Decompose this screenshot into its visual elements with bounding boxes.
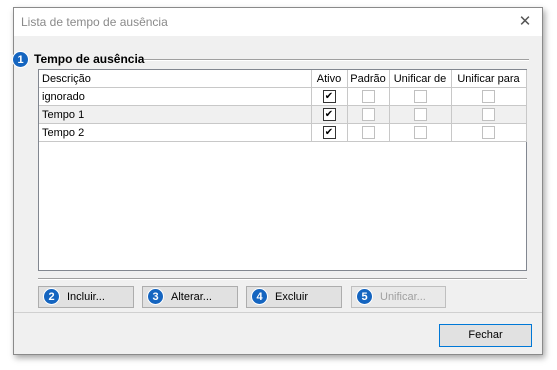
table-row[interactable]: Tempo 2 ✔ xyxy=(39,123,527,142)
check-icon: ✔ xyxy=(324,109,334,120)
column-header-descricao[interactable]: Descrição xyxy=(39,70,312,88)
excluir-button-label: Excluir xyxy=(275,291,309,303)
unificar-para-checkbox xyxy=(482,108,495,121)
absence-grid[interactable]: Descrição Ativo Padrão Unificar de Unifi… xyxy=(38,69,527,271)
cell-descricao: Tempo 1 xyxy=(39,105,312,124)
check-icon: ✔ xyxy=(324,91,334,102)
column-header-unificar-de[interactable]: Unificar de xyxy=(389,70,452,88)
table-row[interactable]: Tempo 1 ✔ xyxy=(39,105,527,124)
padrao-checkbox xyxy=(361,126,375,139)
title-bar: Lista de tempo de ausência ✕ xyxy=(14,8,542,36)
unificar-de-checkbox xyxy=(413,126,427,139)
window-title: Lista de tempo de ausência xyxy=(21,15,168,29)
unificar-de-checkbox xyxy=(413,108,427,121)
unificar-de-checkbox xyxy=(413,90,427,103)
callout-badge-3: 3 xyxy=(147,288,164,305)
incluir-button-label: Incluir... xyxy=(67,291,105,303)
callout-badge-2: 2 xyxy=(43,288,60,305)
column-header-unificar-para[interactable]: Unificar para xyxy=(451,70,527,88)
incluir-button[interactable]: 2 Incluir... xyxy=(38,286,134,308)
table-row[interactable]: ignorado ✔ xyxy=(39,87,527,106)
table-header-row: Descrição Ativo Padrão Unificar de Unifi… xyxy=(39,70,527,88)
check-icon: ✔ xyxy=(324,127,334,138)
buttons-separator xyxy=(38,278,527,280)
excluir-button[interactable]: 4 Excluir xyxy=(246,286,342,308)
ativo-checkbox[interactable]: ✔ xyxy=(322,126,336,139)
alterar-button-label: Alterar... xyxy=(171,291,212,303)
group-divider xyxy=(144,59,529,61)
ativo-checkbox[interactable]: ✔ xyxy=(322,90,336,103)
fechar-button-label: Fechar xyxy=(468,329,503,341)
ativo-checkbox[interactable]: ✔ xyxy=(322,108,336,121)
column-header-padrao[interactable]: Padrão xyxy=(347,70,390,88)
alterar-button[interactable]: 3 Alterar... xyxy=(142,286,238,308)
cell-descricao: Tempo 2 xyxy=(39,123,312,142)
absence-table: Descrição Ativo Padrão Unificar de Unifi… xyxy=(39,70,527,142)
column-header-ativo[interactable]: Ativo xyxy=(311,70,348,88)
unificar-para-checkbox xyxy=(482,126,495,139)
close-icon[interactable]: ✕ xyxy=(514,12,536,32)
unificar-button: 5 Unificar... xyxy=(351,286,446,308)
callout-badge-4: 4 xyxy=(251,288,268,305)
fechar-button[interactable]: Fechar xyxy=(439,324,532,347)
group-title: Tempo de ausência xyxy=(34,52,145,66)
callout-badge-5: 5 xyxy=(356,288,373,305)
callout-badge-1: 1 xyxy=(12,51,29,68)
unificar-button-label: Unificar... xyxy=(380,291,426,303)
footer-divider xyxy=(14,312,542,313)
padrao-checkbox xyxy=(361,108,375,121)
dialog-window: Lista de tempo de ausência ✕ 1 Tempo de … xyxy=(12,7,543,355)
cell-descricao: ignorado xyxy=(39,87,312,106)
unificar-para-checkbox xyxy=(482,90,495,103)
padrao-checkbox xyxy=(361,90,375,103)
